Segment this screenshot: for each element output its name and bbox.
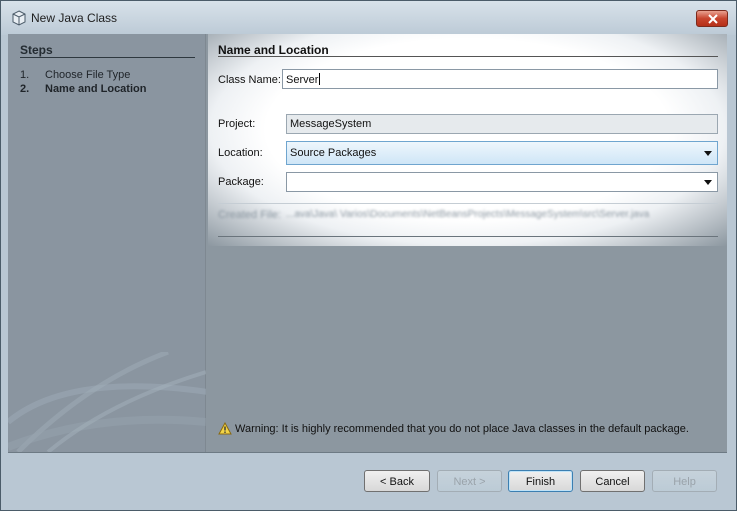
location-dropdown[interactable]: Source Packages [286,141,718,165]
back-button[interactable]: < Back [364,470,430,492]
footer-divider [8,452,727,453]
netbeans-cube-icon [12,10,26,26]
close-icon [708,14,718,24]
warning-text: Warning: It is highly recommended that y… [235,423,689,435]
section-title: Name and Location [218,43,329,57]
created-file-divider-bottom [218,236,718,237]
step-label: Choose File Type [45,69,131,81]
warning-icon [218,421,232,435]
finish-button[interactable]: Finish [508,470,573,492]
class-name-label: Class Name: [218,74,281,86]
class-name-input[interactable]: Server [282,69,718,89]
created-file-label: Created File: [218,209,281,221]
package-label: Package: [218,176,264,188]
created-file-divider-top [218,203,718,204]
decorative-swoosh-graphic [8,352,206,452]
cancel-button[interactable]: Cancel [580,470,645,492]
step-number: 2. [20,83,30,95]
help-button[interactable]: Help [652,470,717,492]
step-name-and-location: 2. Name and Location [20,83,146,95]
project-label: Project: [218,118,256,130]
location-label: Location: [218,147,263,159]
steps-panel: Steps 1. Choose File Type 2. Name and Loca… [8,34,206,452]
title-bar[interactable]: New Java Class [1,1,736,35]
default-package-warning: Warning: It is highly recommended that y… [218,421,689,435]
location-value: Source Packages [290,147,377,159]
close-button[interactable] [696,10,728,27]
dialog-content: Steps 1. Choose File Type 2. Name and Loca… [8,34,727,452]
window-title: New Java Class [31,11,118,25]
project-field: MessageSystem [286,114,718,134]
next-button[interactable]: Next > [437,470,502,492]
created-file-path: ...ava\Java\ Varios\Documents\NetBeansPr… [286,209,650,220]
section-divider [218,56,718,57]
steps-divider [20,57,195,58]
step-number: 1. [20,69,30,81]
chevron-down-icon [704,151,712,156]
step-choose-file-type: 1. Choose File Type [20,69,130,81]
chevron-down-icon [704,180,712,185]
package-dropdown[interactable] [286,172,718,192]
steps-title: Steps [20,43,53,57]
step-label: Name and Location [45,83,147,95]
